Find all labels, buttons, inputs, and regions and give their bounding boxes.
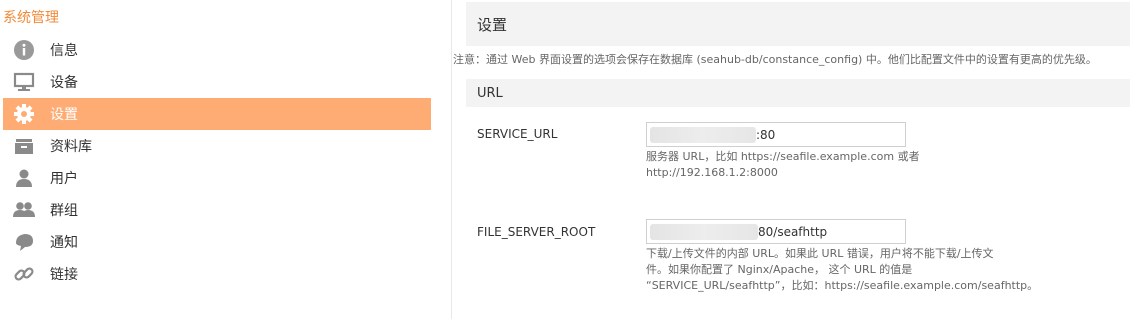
section-title: URL: [477, 85, 503, 101]
link-icon: [12, 262, 36, 286]
help-line: 件。如果你配置了 Nginx/Apache， 这个 URL 的值是: [646, 263, 913, 276]
sidebar-item-libraries[interactable]: 资料库: [3, 130, 431, 162]
sidebar-item-label: 信息: [50, 43, 78, 59]
settings-panel: 设置 注意：通过 Web 界面设置的选项会保存在数据库 (seahub-db/c…: [453, 0, 1130, 319]
sidebar-item-label: 通知: [50, 235, 78, 251]
sidebar-item-label: 资料库: [50, 139, 92, 155]
monitor-icon: [12, 70, 36, 94]
sidebar-item-users[interactable]: 用户: [3, 162, 431, 194]
sidebar-title: 系统管理: [3, 10, 59, 26]
sidebar-item-label: 用户: [50, 171, 78, 187]
service-url-label: SERVICE_URL: [477, 127, 558, 141]
sidebar-item-label: 设备: [50, 75, 78, 91]
sidebar-item-links[interactable]: 链接: [3, 258, 431, 290]
service-url-value: :80: [756, 127, 776, 142]
gear-icon: [12, 102, 36, 126]
group-icon: [12, 198, 36, 222]
sidebar: 系统管理 信息 设备 设置 资料库 用户 群组 通知 链接: [0, 0, 452, 319]
sidebar-item-label: 群组: [50, 203, 78, 219]
library-icon: [12, 134, 36, 158]
sidebar-item-settings[interactable]: 设置: [3, 98, 431, 130]
file-server-root-value: 80/seafhttp: [758, 224, 828, 239]
service-url-input[interactable]: :80: [646, 122, 906, 147]
section-header-url: URL: [466, 79, 1130, 107]
help-line: 下载/上传文件的内部 URL。如果此 URL 错误，用户将不能下载/上传文: [646, 247, 994, 260]
redacted-host: [650, 126, 756, 143]
page-header: 设置: [466, 2, 1130, 46]
settings-notice: 注意：通过 Web 界面设置的选项会保存在数据库 (seahub-db/cons…: [453, 53, 1097, 66]
file-server-root-input[interactable]: 80/seafhttp: [646, 219, 906, 244]
sidebar-item-info[interactable]: 信息: [3, 34, 431, 66]
sidebar-item-label: 链接: [50, 267, 78, 283]
file-server-root-help: 下载/上传文件的内部 URL。如果此 URL 错误，用户将不能下载/上传文 件。…: [646, 246, 1038, 294]
sidebar-item-devices[interactable]: 设备: [3, 66, 431, 98]
help-line: 服务器 URL，比如 https://seafile.example.com 或…: [646, 150, 920, 163]
sidebar-nav: 信息 设备 设置 资料库 用户 群组 通知 链接: [3, 34, 431, 290]
page-title: 设置: [477, 15, 508, 34]
sidebar-item-notifications[interactable]: 通知: [3, 226, 431, 258]
service-url-help: 服务器 URL，比如 https://seafile.example.com 或…: [646, 149, 920, 181]
file-server-root-label: FILE_SERVER_ROOT: [477, 225, 596, 239]
sidebar-item-groups[interactable]: 群组: [3, 194, 431, 226]
sidebar-item-label: 设置: [50, 107, 78, 123]
info-icon: [12, 38, 36, 62]
redacted-host: [650, 223, 758, 240]
help-line: “SERVICE_URL/seafhttp”，比如：https://seafil…: [646, 279, 1039, 292]
notification-icon: [12, 230, 36, 254]
help-line: http://192.168.1.2:8000: [646, 166, 778, 179]
user-icon: [12, 166, 36, 190]
